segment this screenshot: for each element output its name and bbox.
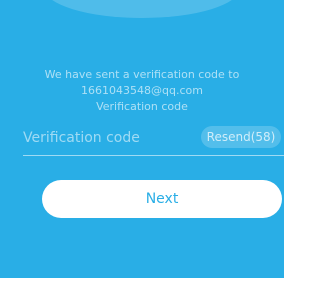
message-line: We have sent a verification code to (44, 68, 240, 81)
message-subtitle: Verification code (96, 100, 188, 113)
sent-code-message: We have sent a verification code to 1661… (0, 67, 284, 115)
verification-panel: We have sent a verification code to 1661… (0, 0, 284, 278)
verification-code-input[interactable] (23, 128, 183, 148)
email-address: 1661043548@qq.com (81, 84, 203, 97)
input-underline (23, 155, 284, 156)
header-arc-decoration (44, 0, 240, 18)
next-button[interactable]: Next (42, 180, 282, 218)
resend-button[interactable]: Resend(58) (201, 126, 281, 148)
verification-screen: We have sent a verification code to 1661… (0, 0, 284, 292)
verification-code-row: Resend(58) (23, 122, 284, 156)
